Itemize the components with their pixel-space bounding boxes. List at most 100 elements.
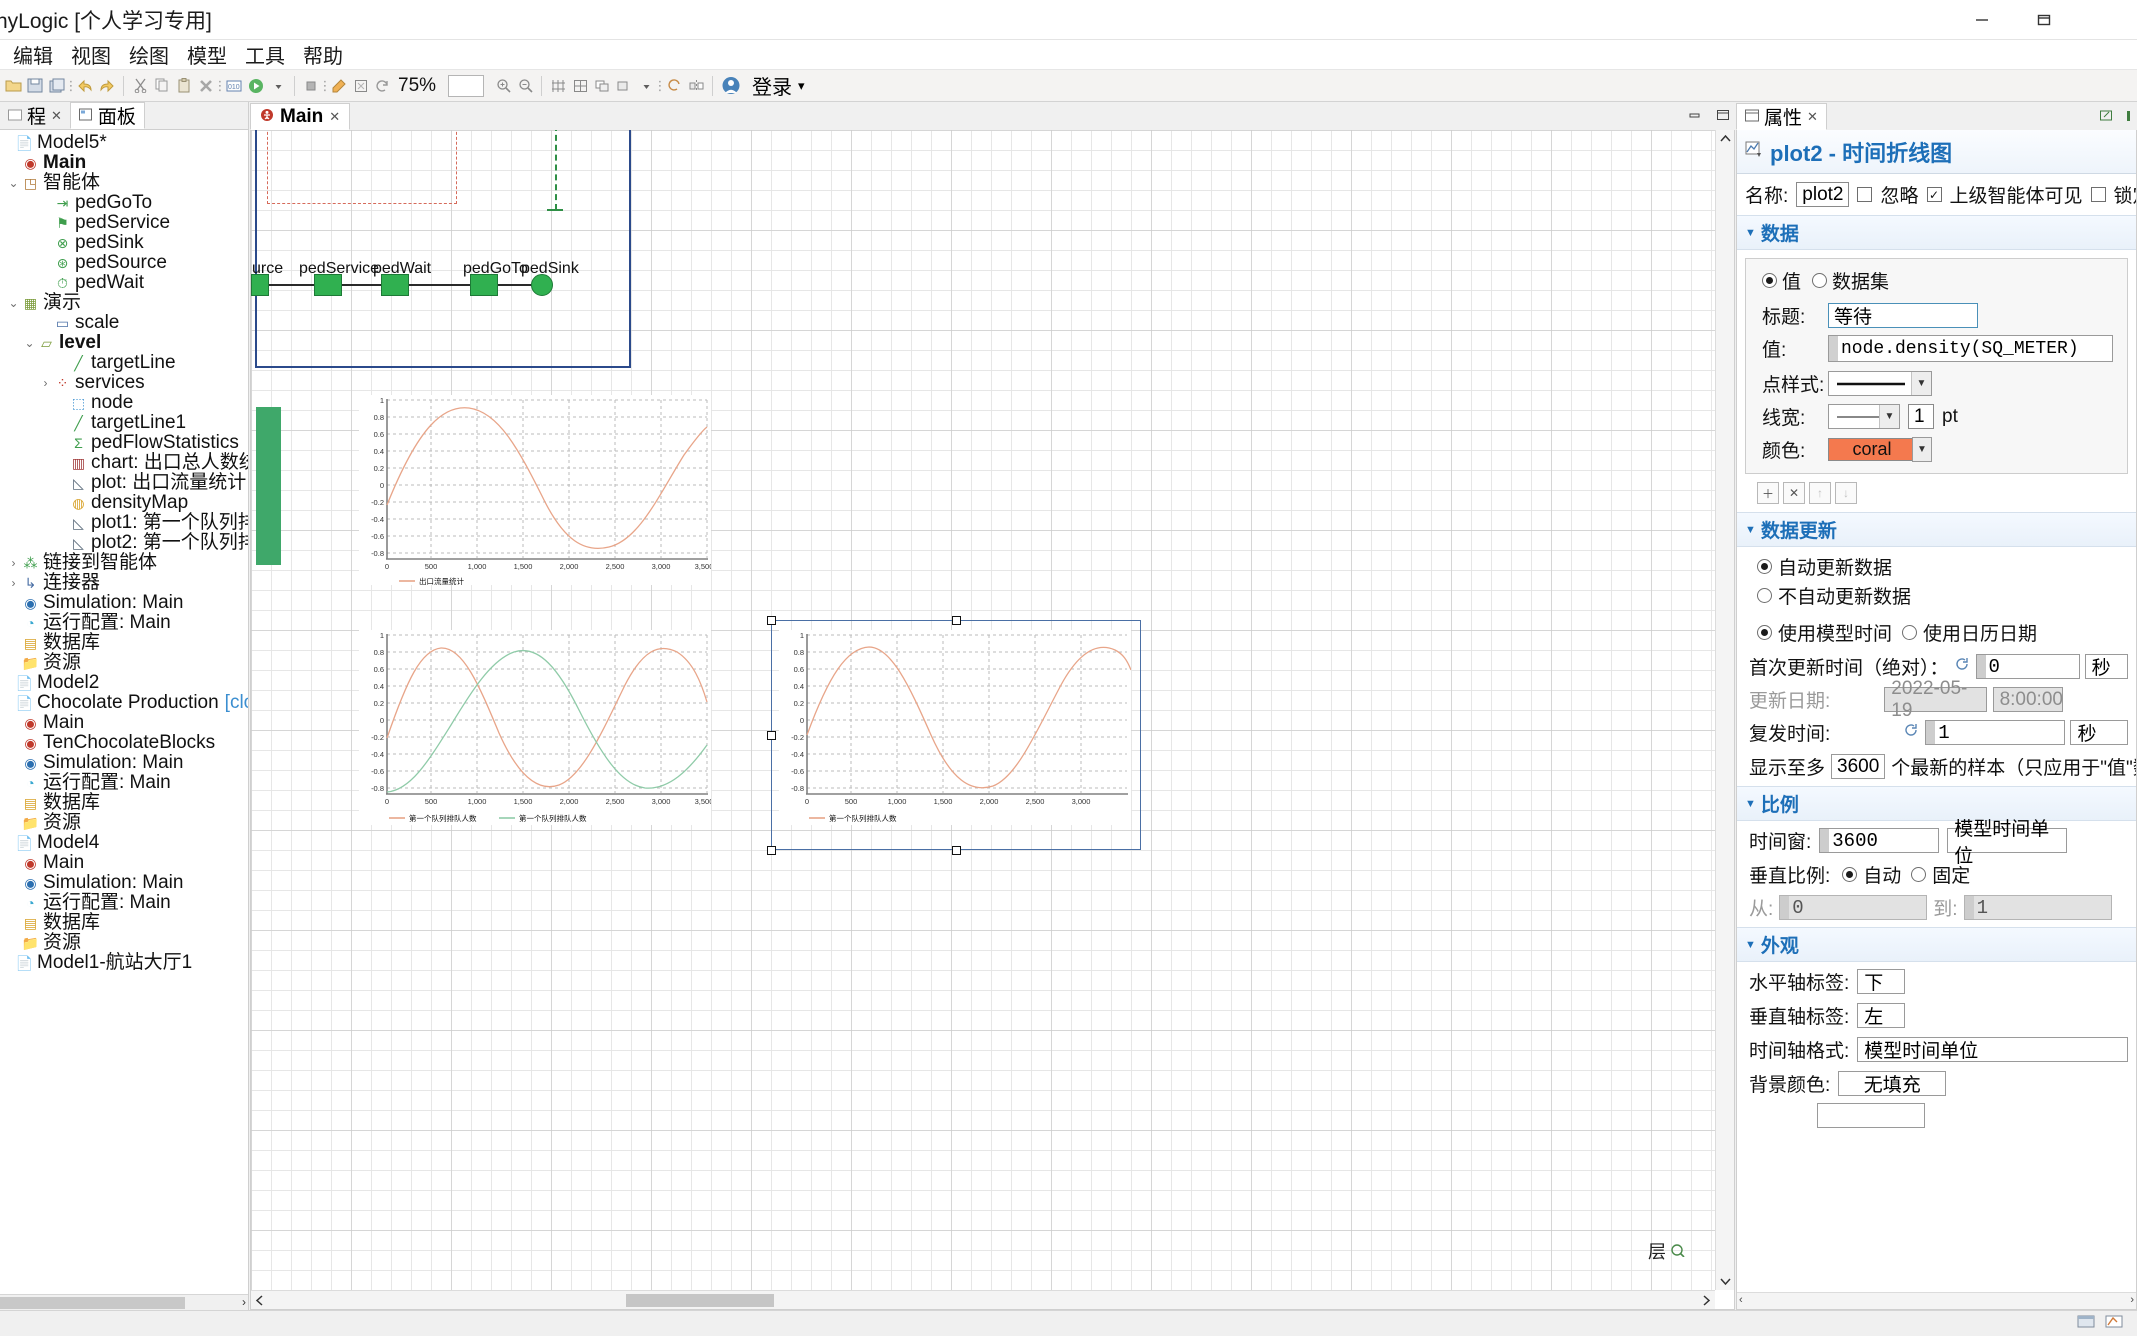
flow-block-pedgoto[interactable] (470, 274, 498, 296)
scale-from-input[interactable]: 0 (1779, 895, 1928, 920)
tree-item[interactable]: 📁 资源 (0, 653, 248, 673)
tree-item[interactable]: › ⁂ 链接到智能体 (0, 553, 248, 573)
tree-item[interactable]: ⏱ pedWait (0, 273, 248, 293)
zoom-reset-icon[interactable] (372, 74, 394, 98)
tree-item[interactable]: 📁 资源 (0, 933, 248, 953)
tab-main[interactable]: Main ✕ (250, 103, 351, 130)
scale-to-input[interactable]: 1 (1963, 895, 2112, 920)
database-icon[interactable]: 010 (223, 74, 245, 98)
tree-item[interactable]: ΣpedFlowStatistics (0, 433, 248, 453)
tree-item[interactable]: ╱ targetLine (0, 353, 248, 373)
resize-handle-nw[interactable] (767, 616, 776, 625)
value-expression-input[interactable]: node.density(SQ_METER) (1828, 335, 2113, 362)
tree-item[interactable]: ◉ TenChocolateBlocks (0, 733, 248, 753)
time-axis-format-select[interactable]: 模型时间单位 (1857, 1037, 2128, 1062)
copy-icon[interactable] (151, 74, 173, 98)
tree-item[interactable]: ▤ 数据库 (0, 633, 248, 653)
menu-item-view[interactable]: 视图 (62, 38, 120, 71)
canvas-horizontal-scrollbar[interactable] (251, 1290, 1715, 1309)
name-input[interactable]: plot2 (1796, 182, 1850, 207)
chevron-right-icon[interactable]: › (6, 573, 21, 593)
tree-item[interactable]: ▥ chart: 出口总人数统计 (0, 453, 248, 473)
tree-item[interactable]: ⚑ pedService (0, 213, 248, 233)
scroll-right-icon[interactable] (1698, 1291, 1715, 1309)
hscrollbar-thumb[interactable] (626, 1294, 774, 1307)
radio-use-model-time[interactable] (1757, 625, 1772, 640)
save-all-icon[interactable] (46, 74, 68, 98)
tree-item[interactable]: ⌄ ▦ 演示 (0, 293, 248, 313)
delete-icon[interactable] (195, 74, 217, 98)
terminate-icon[interactable] (300, 74, 322, 98)
chart-plot1-queue[interactable]: 1 0.8 0.6 0.4 0.2 0 -0.2 -0.4 -0.6 -0.8 0 500 1,… (359, 630, 713, 825)
tree-item[interactable]: ◍ densityMap (0, 493, 248, 513)
account-icon[interactable] (718, 74, 744, 98)
chevron-down-icon[interactable]: ⌄ (6, 173, 21, 193)
tree-item[interactable]: ◔ 运行配置: Main (0, 893, 248, 913)
mirror-icon[interactable] (685, 74, 707, 98)
chevron-down-icon[interactable]: ⌄ (22, 333, 37, 353)
tree-item[interactable]: 📄 Model1-航站大厅1 (0, 953, 248, 973)
line-width-select[interactable]: ▼ (1828, 404, 1900, 429)
project-tree[interactable]: 📄 Model5* ◉ Main ⌄ ◳ 智能体 ⇥ pedGoTo ⚑ pedService ⊗ pe… (0, 130, 248, 1294)
group-icon[interactable] (591, 74, 613, 98)
tab-properties[interactable]: 属性 ✕ (1736, 103, 1827, 130)
h-axis-select[interactable]: 下 (1857, 969, 1906, 994)
line-width-input[interactable]: 1 (1908, 404, 1934, 429)
tree-item[interactable]: ◔ 运行配置: Main (0, 773, 248, 793)
tree-item[interactable]: ⇥ pedGoTo (0, 193, 248, 213)
tree-item[interactable]: ◉ Main (0, 853, 248, 873)
first-update-time-input[interactable]: 0 (1975, 654, 2080, 679)
radio-auto-update[interactable] (1757, 559, 1772, 574)
section-scale-header[interactable]: ▼ 比例 (1737, 786, 2136, 821)
ignore-checkbox[interactable] (1857, 187, 1873, 202)
section-data-update-header[interactable]: ▼ 数据更新 (1737, 512, 2136, 547)
close-button[interactable] (2075, 0, 2137, 40)
title-input[interactable]: 等待 (1828, 303, 1978, 328)
tree-item[interactable]: ▭ scale (0, 313, 248, 333)
add-data-item-button[interactable]: ＋ (1757, 482, 1779, 504)
tree-item[interactable]: ◺ plot1: 第一个队列排队人数, 第 (0, 513, 248, 533)
menu-item-model[interactable]: 模型 (178, 38, 236, 71)
chart-plot-outlet-flow[interactable]: 1 0.8 0.6 0.4 0.2 0 -0.2 -0.4 -0.6 -0.8 0 500 1,… (359, 395, 713, 586)
display-samples-input[interactable]: 3600 (1831, 754, 1886, 779)
undo-icon[interactable] (74, 74, 96, 98)
time-window-input[interactable]: 3600 (1819, 828, 1940, 853)
visible-on-upper-agent-checkbox[interactable]: ✓ (1926, 187, 1942, 202)
resize-handle-sw[interactable] (767, 846, 776, 855)
chevron-down-icon[interactable]: ⌄ (6, 293, 21, 313)
tree-item[interactable]: ⌄ ◳ 智能体 (0, 173, 248, 193)
snap-grid-icon[interactable] (569, 74, 591, 98)
minimize-button[interactable] (1951, 0, 2013, 40)
color-swatch[interactable]: coral (1828, 438, 1916, 461)
tree-item[interactable]: 📁 资源 (0, 813, 248, 833)
cut-icon[interactable] (129, 74, 151, 98)
update-time-input[interactable]: 8:00:00 (1993, 687, 2064, 712)
tree-item[interactable]: ◉ Main (0, 713, 248, 733)
maximize-button[interactable] (2013, 0, 2075, 40)
zoom-in-icon[interactable] (492, 74, 514, 98)
lock-checkbox[interactable] (2090, 187, 2106, 202)
reset-to-default-icon[interactable] (1903, 723, 1920, 742)
tree-item[interactable]: ◔ 运行配置: Main (0, 613, 248, 633)
menu-item-draw[interactable]: 绘图 (120, 38, 178, 71)
open-icon[interactable] (2, 74, 24, 98)
extra-select[interactable] (1817, 1103, 1925, 1128)
recurrence-time-input[interactable]: 1 (1925, 720, 2066, 745)
time-window-unit-select[interactable]: 模型时间单位 (1947, 819, 2068, 867)
move-up-button[interactable]: ↑ (1809, 482, 1831, 504)
tree-item[interactable]: ◉ Simulation: Main (0, 753, 248, 773)
scrollbar-thumb[interactable] (0, 1297, 185, 1309)
menu-item-help[interactable]: 帮助 (294, 38, 352, 71)
arrange-dropdown-icon[interactable] (635, 74, 657, 98)
tree-item[interactable]: ◉ Main (0, 153, 248, 173)
chevron-down-icon[interactable]: ▼ (1912, 437, 1932, 462)
resize-handle-n[interactable] (952, 616, 961, 625)
tab-palette[interactable]: 面板 (69, 102, 145, 129)
update-date-input[interactable]: 2022-05-19 (1884, 678, 1988, 721)
left-horizontal-scrollbar[interactable]: › (0, 1294, 248, 1310)
properties-horizontal-scrollbar[interactable]: ‹ › (1737, 1292, 2136, 1309)
reset-to-default-icon[interactable] (1954, 657, 1971, 676)
resize-handle-w[interactable] (767, 731, 776, 740)
radio-vertical-fixed[interactable] (1911, 867, 1927, 882)
tree-item[interactable]: › ↳ 连接器 (0, 573, 248, 593)
